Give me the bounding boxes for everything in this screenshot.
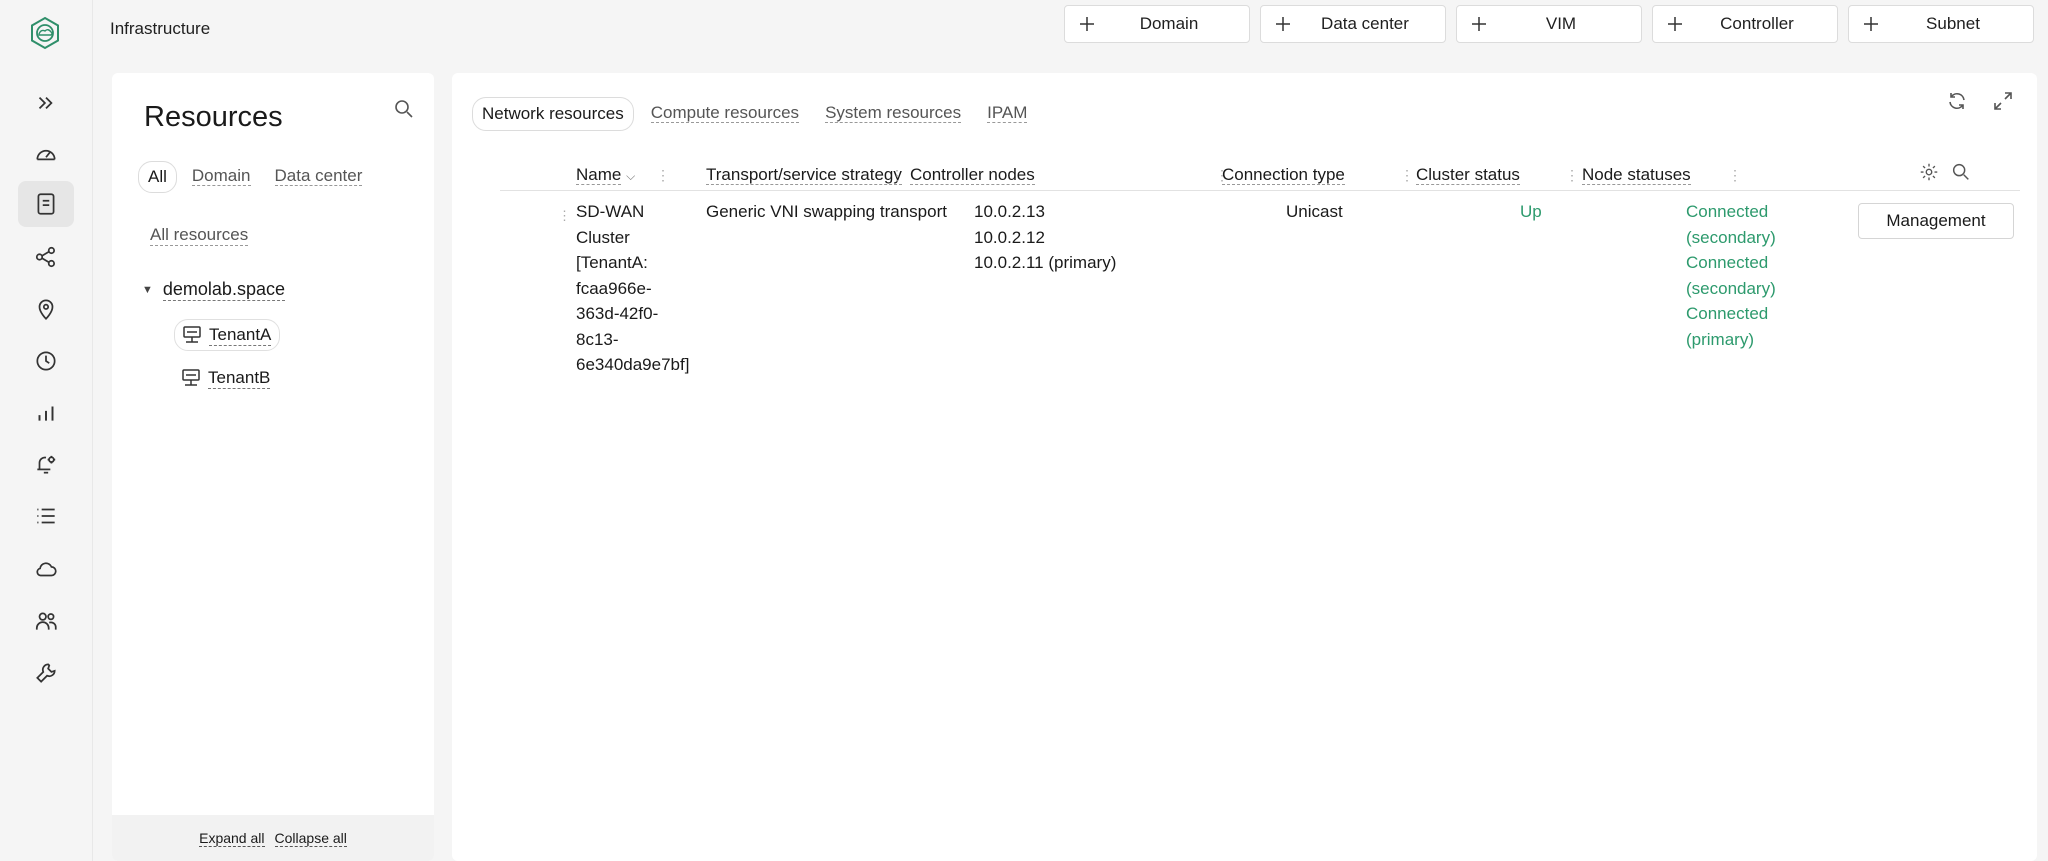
search-icon[interactable] [392, 97, 416, 121]
filter-data-center-tab[interactable]: Data center [266, 161, 372, 193]
share-nodes-icon[interactable] [18, 234, 74, 280]
column-label: Node statuses [1582, 165, 1691, 185]
column-resize-handle[interactable]: ⋮ [1400, 167, 1414, 184]
table-header: Name ⌵ ⋮ Transport/service strategy ⋮ Co… [500, 161, 2020, 191]
resources-title: Resources [144, 101, 283, 133]
app-logo-icon[interactable] [28, 16, 62, 50]
add-data-center-button[interactable]: Data center [1260, 5, 1446, 43]
column-resize-handle[interactable]: ⋮ [1565, 167, 1579, 184]
filter-all-tab[interactable]: All [138, 161, 177, 193]
tenant-server-icon [180, 367, 202, 389]
add-subnet-button[interactable]: Subnet [1848, 5, 2034, 43]
nav-rail [0, 0, 93, 861]
filter-domain-label: Domain [191, 166, 251, 186]
column-transport-strategy[interactable]: Transport/service strategy [706, 165, 902, 185]
plus-icon [1849, 15, 1893, 33]
add-subnet-label: Subnet [1926, 14, 1980, 33]
bell-settings-icon[interactable] [18, 441, 74, 487]
plus-icon [1653, 15, 1697, 33]
expand-all-link[interactable]: Expand all [199, 830, 265, 847]
page-title: Infrastructure [110, 19, 211, 38]
plus-icon [1457, 15, 1501, 33]
column-label: Controller nodes [910, 165, 1035, 185]
caret-down-icon[interactable]: ▼ [142, 284, 153, 296]
column-label: Name [576, 165, 622, 185]
add-vim-label: VIM [1545, 14, 1577, 33]
tenant-server-icon [181, 324, 203, 346]
bar-chart-icon[interactable] [18, 390, 74, 436]
add-vim-button[interactable]: VIM [1456, 5, 1642, 43]
table-search-icon[interactable] [1950, 161, 1972, 183]
cell-controller-nodes: 10.0.2.13 10.0.2.12 10.0.2.11 (primary) [974, 202, 1117, 272]
add-domain-button[interactable]: Domain [1064, 5, 1250, 43]
tenant-label: TenantA [209, 324, 272, 346]
add-domain-label: Domain [1139, 14, 1199, 33]
tree-node-tenanta[interactable]: TenantA [174, 319, 281, 351]
tab-compute-resources[interactable]: Compute resources [642, 97, 808, 131]
list-icon[interactable] [18, 493, 74, 539]
column-name[interactable]: Name ⌵ [576, 165, 635, 185]
management-button[interactable]: Management [1858, 203, 2014, 239]
column-label: Connection type [1222, 165, 1345, 185]
network-resources-table: Name ⌵ ⋮ Transport/service strategy ⋮ Co… [500, 161, 2020, 411]
filter-data-center-label: Data center [274, 166, 363, 186]
tab-label: Compute resources [650, 103, 800, 123]
tree-node-label: demolab.space [162, 279, 285, 301]
resource-filter-tabs: All Domain Data center [138, 161, 371, 193]
column-controller-nodes[interactable]: Controller nodes [910, 165, 1035, 185]
sort-chevron-icon[interactable]: ⌵ [626, 169, 635, 183]
tab-ipam[interactable]: IPAM [978, 97, 1036, 131]
cell-node-statuses: Connected (secondary) Connected (seconda… [1686, 202, 1776, 349]
cell-strategy: Generic VNI swapping transport [706, 202, 947, 221]
plus-icon [1261, 15, 1305, 33]
tab-network-resources[interactable]: Network resources [472, 97, 634, 131]
add-controller-button[interactable]: Controller [1652, 5, 1838, 43]
clock-icon[interactable] [18, 338, 74, 384]
cell-cluster-status: Up [1520, 202, 1542, 221]
add-data-center-label: Data center [1321, 14, 1409, 33]
table-row[interactable]: ⋮ SD-WAN Cluster [TenantA: fcaa966e- 363… [500, 191, 2020, 411]
tab-label: System resources [825, 103, 962, 123]
tree-node-tenantb[interactable]: TenantB [174, 363, 278, 393]
column-cluster-status[interactable]: Cluster status [1416, 165, 1520, 185]
plus-icon [1065, 15, 1109, 33]
tree-footer: Expand all Collapse all [112, 815, 434, 861]
resource-type-tabs: Network resources Compute resources Syst… [472, 97, 1036, 131]
all-resources-link[interactable]: All resources [150, 225, 249, 246]
wrench-icon[interactable] [18, 650, 74, 696]
fullscreen-icon[interactable] [1991, 89, 2015, 113]
tenant-label: TenantB [208, 367, 271, 389]
column-resize-handle[interactable]: ⋮ [656, 167, 670, 184]
column-label: Cluster status [1416, 165, 1520, 185]
cell-connection-type: Unicast [1286, 202, 1343, 221]
location-pin-icon[interactable] [18, 286, 74, 332]
column-label: Transport/service strategy [706, 165, 902, 185]
resources-document-icon[interactable] [18, 181, 74, 227]
main-panel: Network resources Compute resources Syst… [452, 73, 2037, 861]
tab-system-resources[interactable]: System resources [816, 97, 970, 131]
column-resize-handle[interactable]: ⋮ [1728, 167, 1742, 184]
collapse-all-link[interactable]: Collapse all [274, 830, 347, 847]
column-node-statuses[interactable]: Node statuses [1582, 165, 1691, 185]
dashboard-gauge-icon[interactable] [18, 131, 74, 177]
gear-icon[interactable] [1918, 161, 1940, 183]
expand-icon[interactable] [18, 80, 74, 126]
column-resize-handle[interactable]: ⋮ [890, 167, 904, 184]
cloud-icon[interactable] [18, 546, 74, 592]
users-icon[interactable] [18, 598, 74, 644]
column-connection-type[interactable]: Connection type [1222, 165, 1345, 185]
panel-tools [1945, 89, 2015, 113]
cell-name: SD-WAN Cluster [TenantA: fcaa966e- 363d-… [576, 202, 690, 374]
filter-domain-tab[interactable]: Domain [183, 161, 260, 193]
tree-node-demolab-space[interactable]: ▼ demolab.space [142, 279, 285, 301]
table-tools [1918, 161, 1972, 183]
tab-label: IPAM [987, 103, 1028, 123]
refresh-icon[interactable] [1945, 89, 1969, 113]
top-bar: Infrastructure Domain Data center VIM Co… [94, 0, 2048, 56]
add-controller-label: Controller [1720, 14, 1794, 33]
resources-panel: Resources All Domain Data center All res… [112, 73, 434, 861]
row-drag-handle[interactable]: ⋮ [558, 203, 571, 229]
